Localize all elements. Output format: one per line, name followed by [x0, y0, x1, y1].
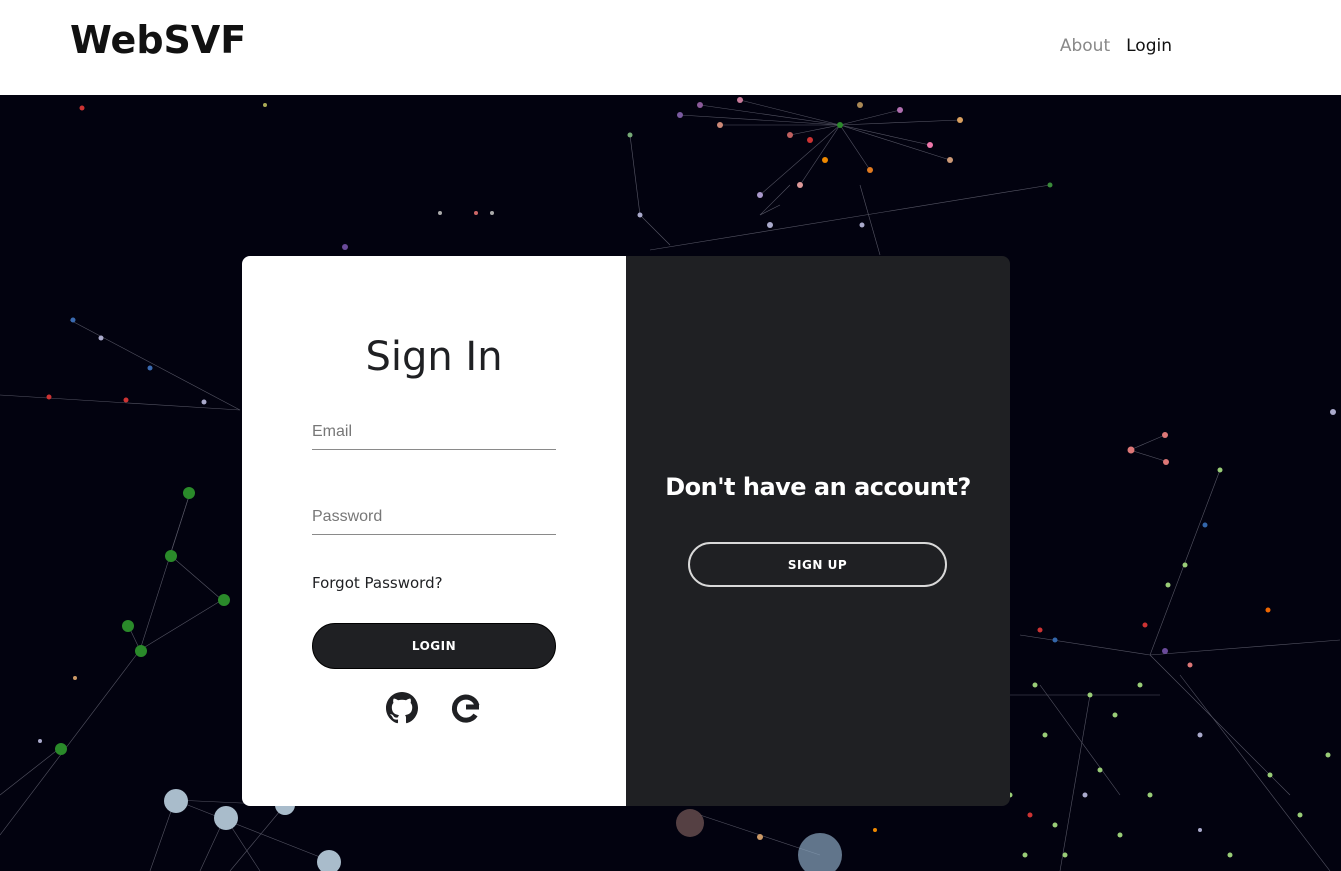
forgot-password-link[interactable]: Forgot Password? — [312, 574, 443, 592]
signin-panel: Sign In Forgot Password? LOGIN — [242, 256, 626, 806]
password-field[interactable] — [312, 508, 556, 535]
login-button[interactable]: LOGIN — [312, 623, 556, 669]
signup-panel: Don't have an account? SIGN UP — [626, 256, 1010, 806]
google-icon[interactable] — [450, 692, 482, 724]
signup-prompt: Don't have an account? — [665, 473, 971, 501]
brand-logo[interactable]: WebSVF — [70, 18, 246, 62]
nav-link-about[interactable]: About — [1060, 36, 1110, 56]
nav-link-login[interactable]: Login — [1126, 36, 1172, 56]
signup-button[interactable]: SIGN UP — [688, 542, 947, 587]
signin-title: Sign In — [365, 334, 503, 380]
nav-links: About Login — [1060, 36, 1172, 56]
email-field[interactable] — [312, 423, 556, 450]
github-icon[interactable] — [386, 692, 418, 724]
auth-card: Sign In Forgot Password? LOGIN Don't hav… — [242, 256, 1010, 806]
navbar: WebSVF About Login — [0, 0, 1341, 95]
